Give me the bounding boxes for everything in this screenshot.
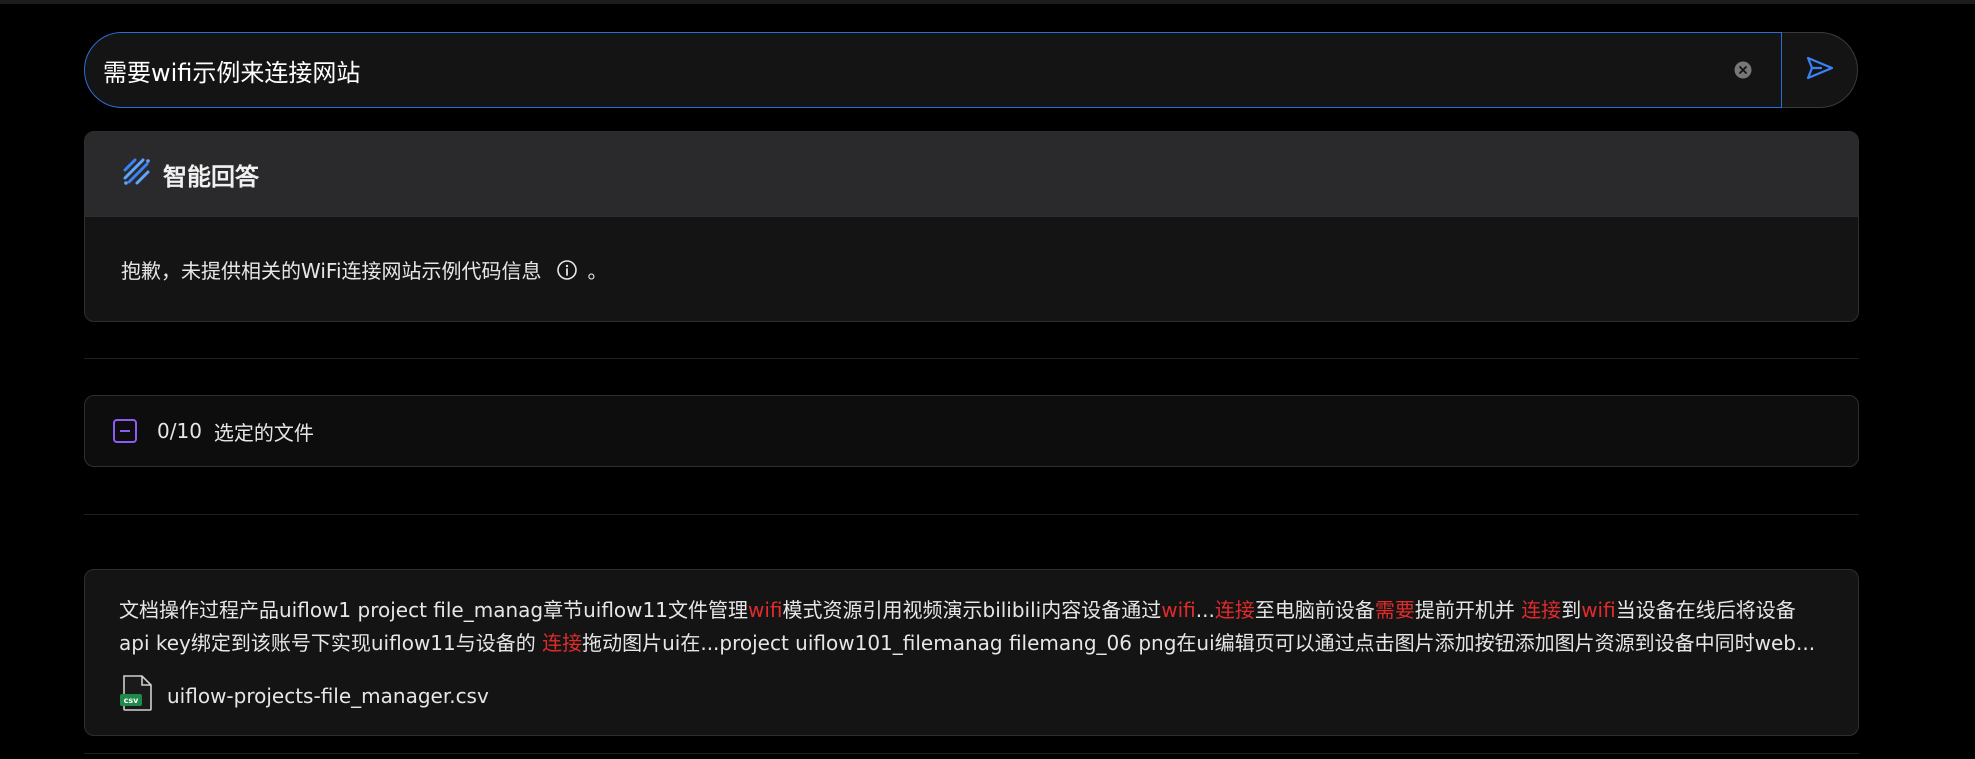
result-file-row[interactable]: csv uiflow-projects-file_manager.csv xyxy=(119,674,1834,717)
smart-answer-icon xyxy=(121,156,153,193)
highlighted-term: 连接 xyxy=(542,631,583,655)
snippet-text: 到 xyxy=(1561,598,1582,622)
highlighted-term: wifi xyxy=(1161,598,1196,622)
selected-files-count: 0/10 xyxy=(157,419,202,443)
divider xyxy=(84,358,1859,359)
smart-answer-title: 智能回答 xyxy=(163,162,259,191)
snippet-text: api key绑定到该账号下实现uiflow11与设备的 xyxy=(119,631,543,655)
selected-files-label: 选定的文件 xyxy=(213,420,314,445)
clear-icon[interactable] xyxy=(1733,60,1753,80)
search-input[interactable] xyxy=(103,56,1733,84)
search-result-card[interactable]: 文档操作过程产品uiflow1 project file_manag章节uifl… xyxy=(84,569,1859,736)
send-button[interactable] xyxy=(1782,32,1858,108)
send-icon xyxy=(1805,53,1835,88)
highlighted-term: wifi xyxy=(1581,598,1616,622)
snippet-text: 拖动图片ui在...project uiflow101_filemanag fi… xyxy=(582,631,1816,655)
snippet-text: 至电脑前设备 xyxy=(1254,598,1375,622)
minus-checkbox-icon[interactable] xyxy=(113,419,137,443)
divider xyxy=(84,753,1859,754)
smart-answer-text: 抱歉，未提供相关的WiFi连接网站示例代码信息 xyxy=(121,259,542,283)
info-icon[interactable] xyxy=(556,259,578,281)
top-border xyxy=(0,0,1975,4)
snippet-text: 模式资源引用视频演示bilibili内容设备通过 xyxy=(782,598,1162,622)
search-bar xyxy=(84,32,1858,108)
smart-answer-card: 智能回答 抱歉，未提供相关的WiFi连接网站示例代码信息 。 xyxy=(84,131,1859,322)
divider xyxy=(84,514,1859,515)
highlighted-term: wifi xyxy=(747,598,783,622)
highlighted-term: 连接 xyxy=(1521,598,1562,622)
smart-answer-tail: 。 xyxy=(587,259,608,283)
highlighted-term: 连接 xyxy=(1214,598,1255,622)
result-file-name[interactable]: uiflow-projects-file_manager.csv xyxy=(167,684,489,708)
smart-answer-header: 智能回答 xyxy=(85,132,1858,217)
csv-badge-label: csv xyxy=(124,696,140,705)
snippet-text: ... xyxy=(1195,598,1215,622)
selected-files-bar[interactable]: 0/10 选定的文件 xyxy=(84,395,1859,467)
smart-answer-body: 抱歉，未提供相关的WiFi连接网站示例代码信息 。 xyxy=(85,217,1858,284)
csv-file-icon: csv xyxy=(119,674,155,717)
result-snippet-line-1: 文档操作过程产品uiflow1 project file_manag章节uifl… xyxy=(119,594,1834,627)
snippet-text: 提前开机并 xyxy=(1414,598,1522,622)
snippet-text: 当设备在线后将设备 xyxy=(1615,598,1796,622)
snippet-text: 文档操作过程产品uiflow1 project file_manag章节uifl… xyxy=(119,598,748,622)
highlighted-term: 需要 xyxy=(1374,598,1415,622)
search-field-container[interactable] xyxy=(84,32,1782,108)
result-snippet-line-2: api key绑定到该账号下实现uiflow11与设备的 连接拖动图片ui在..… xyxy=(119,627,1834,660)
